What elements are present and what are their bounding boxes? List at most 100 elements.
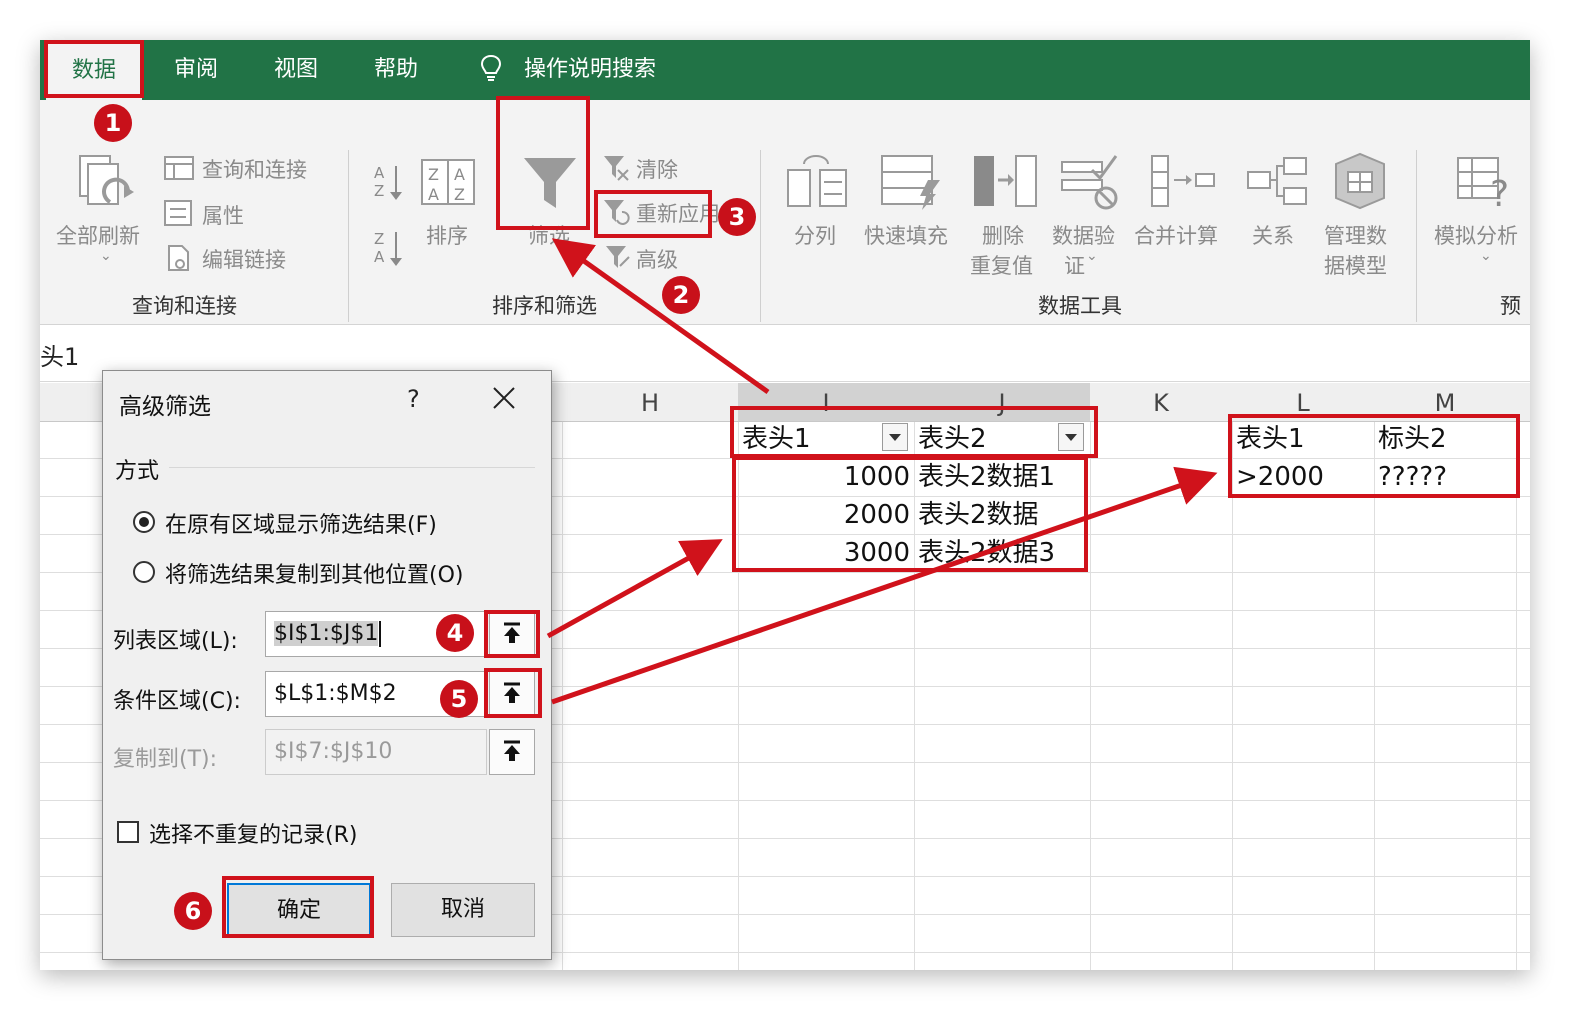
radio-copy[interactable]: [133, 561, 155, 583]
grid-line: [562, 422, 563, 970]
grid-line: [1090, 422, 1091, 970]
option-in-place-label: 在原有区域显示筛选结果(F): [165, 513, 437, 538]
refresh-dropdown-icon[interactable]: ⌄: [100, 248, 112, 264]
ribbon-separator: [1416, 150, 1417, 322]
list-range-label: 列表区域(L):: [113, 629, 238, 654]
relationships-button[interactable]: 关系: [1252, 220, 1294, 250]
criteria-range-label: 条件区域(C):: [113, 689, 241, 714]
what-if-analysis-icon: ?: [1457, 157, 1509, 210]
column-header-left[interactable]: [40, 383, 105, 422]
query-connections-icon: [164, 156, 194, 180]
svg-text:A: A: [454, 165, 465, 184]
sort-dialog-icon: Z A A Z: [421, 159, 475, 205]
data-validation-button[interactable]: 数据验: [1052, 220, 1115, 250]
fieldset-divider: [169, 467, 535, 468]
advanced-filter-icon: [606, 246, 630, 268]
highlight-list-header: [730, 406, 1098, 458]
remove-duplicates-icon: [974, 155, 1037, 207]
svg-text:Z: Z: [374, 230, 384, 248]
tab-review[interactable]: 审阅: [158, 50, 234, 90]
help-button[interactable]: ?: [407, 385, 420, 413]
sort-descending-icon[interactable]: Z A: [372, 228, 404, 268]
manage-data-model-line2: 据模型: [1324, 254, 1387, 278]
grid-line: [1232, 422, 1233, 970]
highlight-ok-button: [222, 876, 374, 938]
copy-to-ref-button[interactable]: [489, 729, 535, 775]
refresh-all-icon: [79, 155, 134, 205]
refresh-all-button[interactable]: 全部刷新: [56, 220, 140, 250]
tell-me-search[interactable]: 操作说明搜索: [524, 50, 674, 90]
highlight-advanced-button: [594, 190, 712, 238]
tab-help[interactable]: 帮助: [358, 50, 434, 90]
grid-line: [1516, 422, 1517, 970]
relationships-icon: [1247, 157, 1307, 205]
step-badge-3: 3: [718, 198, 756, 236]
column-header-h[interactable]: H: [562, 383, 739, 422]
properties-button[interactable]: 属性: [202, 200, 244, 230]
svg-text:?: ?: [1490, 174, 1509, 210]
step-badge-5: 5: [440, 680, 478, 718]
unique-records-checkbox[interactable]: [117, 821, 139, 843]
sort-button[interactable]: 排序: [426, 220, 468, 250]
unique-records-label: 选择不重复的记录(R): [149, 823, 358, 848]
ribbon-separator: [760, 150, 761, 322]
step-badge-2: 2: [662, 276, 700, 314]
remove-duplicates-line2: 重复值: [970, 254, 1033, 278]
edit-links-button[interactable]: 编辑链接: [202, 244, 286, 274]
group-label-query: 查询和连接: [132, 294, 237, 318]
text-to-columns-button[interactable]: 分列: [794, 220, 836, 250]
consolidate-icon: [1151, 155, 1215, 207]
flash-fill-button[interactable]: 快速填充: [864, 220, 948, 250]
svg-text:A: A: [374, 164, 385, 182]
highlight-filter-button: [496, 96, 590, 230]
queries-connections-button[interactable]: 查询和连接: [202, 154, 307, 184]
consolidate-button[interactable]: 合并计算: [1134, 220, 1218, 250]
remove-duplicates-button[interactable]: 删除: [982, 220, 1024, 250]
data-validation-line2: 证: [1064, 254, 1085, 278]
collapse-dialog-icon: [504, 740, 520, 761]
validation-dropdown-icon[interactable]: ⌄: [1086, 248, 1098, 264]
text-caret: [379, 621, 382, 647]
step-badge-6: 6: [174, 892, 212, 930]
close-icon[interactable]: [491, 385, 517, 411]
clear-button[interactable]: 清除: [636, 154, 678, 184]
highlight-data-tab: [44, 40, 144, 98]
option-copy-label: 将筛选结果复制到其他位置(O): [165, 563, 464, 588]
clear-filter-icon: [604, 156, 629, 181]
text-to-columns-icon: [787, 155, 847, 207]
data-validation-icon: [1061, 155, 1118, 210]
what-if-analysis-button[interactable]: 模拟分析: [1434, 220, 1518, 250]
column-header-k[interactable]: K: [1090, 383, 1233, 422]
properties-icon: [164, 200, 192, 226]
advanced-button[interactable]: 高级: [636, 244, 678, 274]
highlight-list-ref-button: [484, 610, 540, 658]
ribbon-tab-bar: 数据 审阅 视图 帮助 操作说明搜索: [40, 40, 1530, 100]
highlight-criteria-range: [1228, 414, 1520, 498]
sort-ascending-icon[interactable]: A Z: [372, 162, 404, 202]
group-label-sort-filter: 排序和筛选: [492, 294, 597, 318]
group-label-data-tools: 数据工具: [1038, 294, 1122, 318]
mode-label: 方式: [115, 459, 160, 484]
copy-to-label: 复制到(T):: [113, 747, 218, 772]
whatif-dropdown-icon[interactable]: ⌄: [1480, 248, 1492, 264]
manage-data-model-button[interactable]: 管理数: [1324, 220, 1387, 250]
copy-to-input[interactable]: $I$7:$J$10: [265, 729, 487, 775]
list-range-value: $I$1:$J$1: [274, 621, 379, 646]
radio-in-place[interactable]: [133, 511, 155, 533]
svg-text:Z: Z: [428, 165, 439, 184]
group-label-forecast: 预: [1500, 294, 1521, 318]
cancel-button[interactable]: 取消: [391, 883, 535, 937]
grid-line: [1374, 422, 1375, 970]
highlight-list-data: [732, 456, 1088, 572]
svg-text:A: A: [374, 248, 385, 266]
step-badge-1: 1: [94, 104, 132, 142]
formula-bar-value: 头1: [40, 343, 80, 371]
step-badge-4: 4: [436, 614, 474, 652]
ribbon: 全部刷新 ⌄ 查询和连接 属性 编辑链接 查询和连接 A Z Z A Z A A…: [40, 100, 1530, 325]
edit-links-icon: [168, 245, 189, 271]
dialog-title: 高级筛选: [119, 394, 211, 420]
tab-view[interactable]: 视图: [258, 50, 334, 90]
ribbon-separator: [348, 150, 349, 322]
advanced-filter-dialog: 高级筛选 ? 方式 在原有区域显示筛选结果(F) 将筛选结果复制到其他位置(O)…: [102, 370, 552, 960]
manage-data-model-icon: [1335, 152, 1385, 210]
